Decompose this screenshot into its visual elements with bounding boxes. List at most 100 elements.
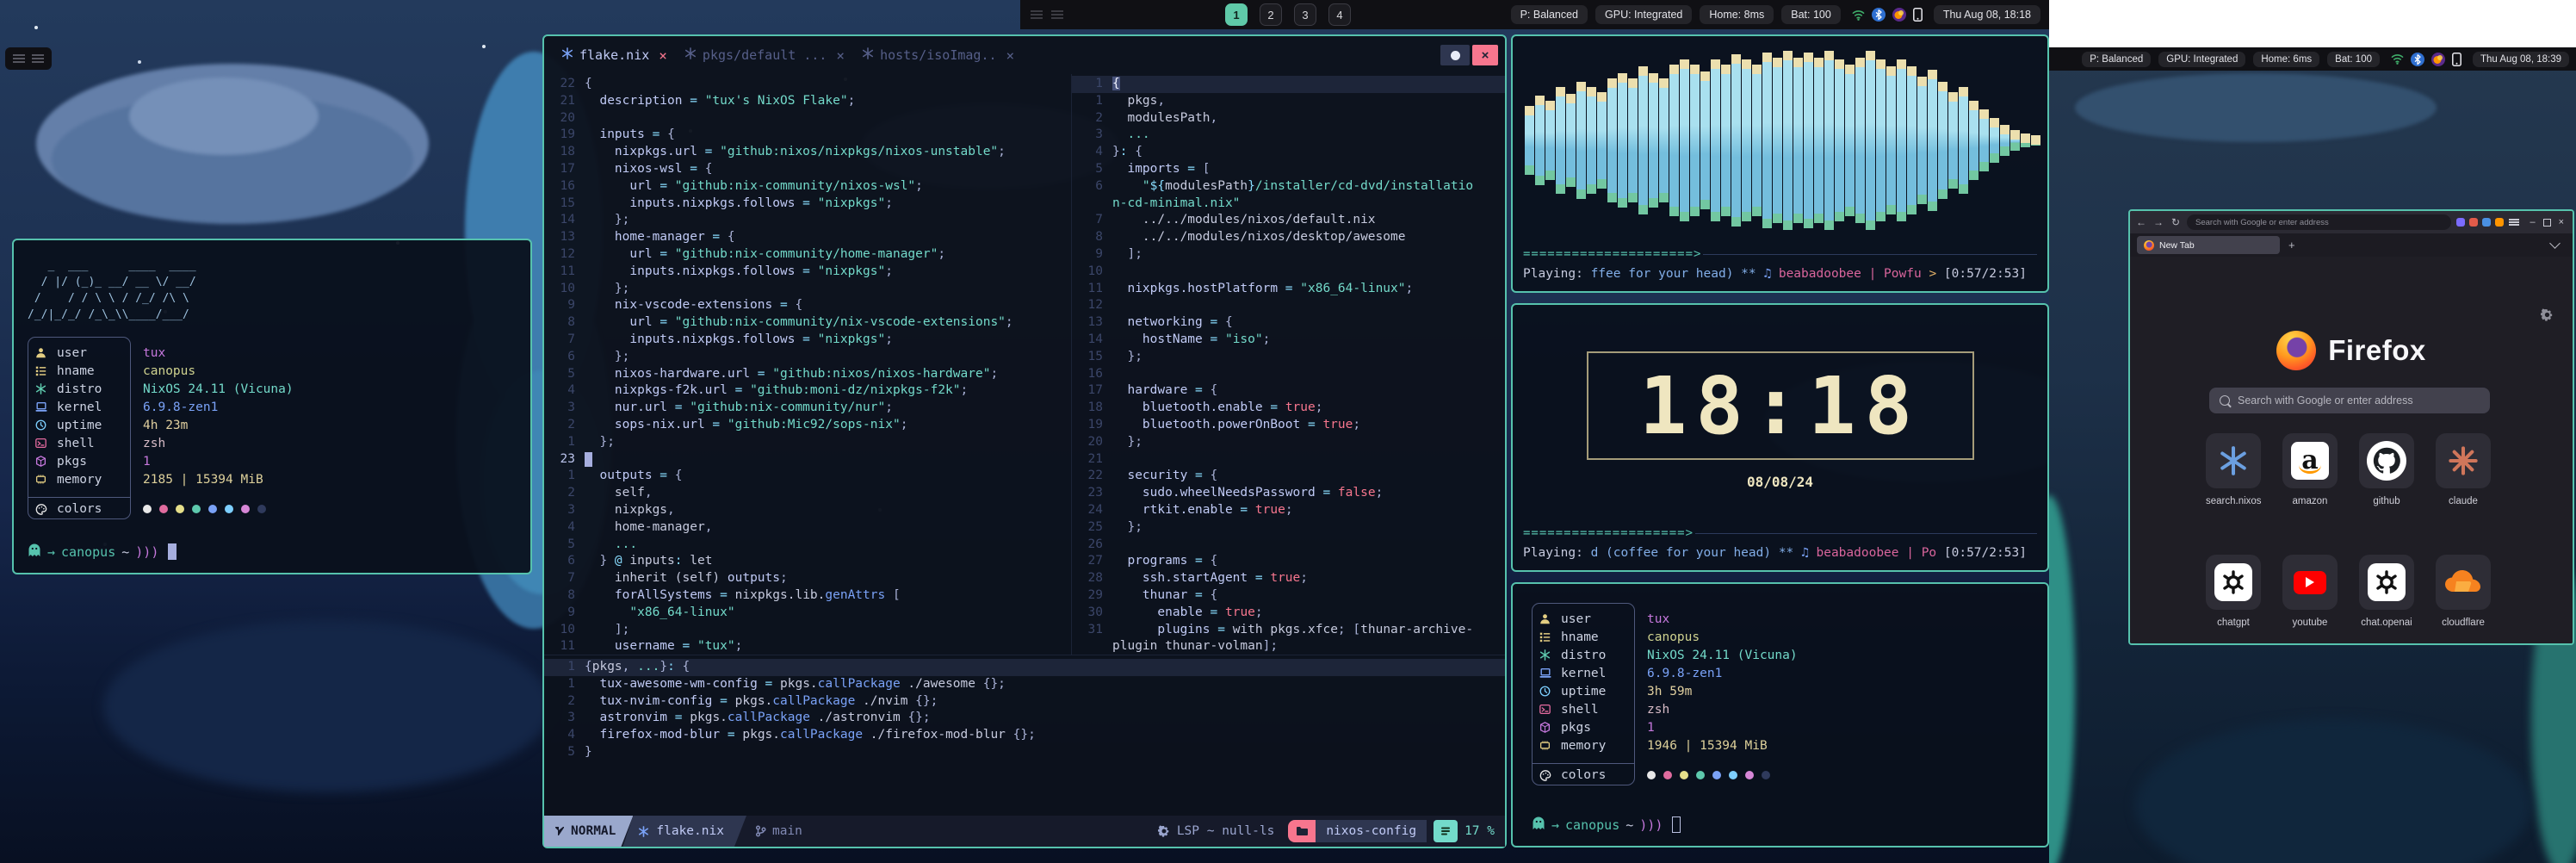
shortcut-amazon[interactable]: aamazon [2282,433,2338,506]
shortcut-chatgpt[interactable]: chatgpt [2206,555,2261,628]
extension-icon[interactable] [2456,218,2465,227]
lines-icon [1440,826,1451,836]
workspace-button-1[interactable]: 1 [1225,3,1248,26]
workspace-button-3[interactable]: 3 [1294,3,1316,26]
visualizer-bar [2010,130,2020,151]
visualizer-panel: =====================> Playing: ffee for… [1511,34,2049,293]
buffer-pick-button[interactable] [1440,45,1470,65]
firefox-navbar: ← → ↻ Search with Google or enter addres… [2130,211,2573,233]
network-icon[interactable] [1852,9,1865,21]
shortcut-chat.openai[interactable]: chat.openai [2359,555,2414,628]
fetch-row-kernel: kernel6.9.8-zen1 [28,398,517,416]
code-line: 10 }; [544,281,1071,298]
bufferline: flake.nix×pkgs/default ...×hosts/isoImag… [544,36,1505,74]
phone-icon[interactable] [1913,8,1923,22]
extension-icon[interactable] [2469,218,2478,227]
visualizer-bar [1587,87,1596,194]
progress-chip [1434,820,1458,842]
reload-button[interactable]: ↻ [2170,216,2182,228]
editor-tab-pkgs-default-[interactable]: pkgs/default ...× [679,36,857,74]
search-input[interactable]: Search with Google or enter address [2209,388,2490,413]
minimize-button[interactable]: – [2530,217,2535,227]
visualizer-bar [1948,92,1958,189]
fetch-row-shell: shellzsh [28,434,517,452]
git-branch: main [755,824,802,838]
visualizer-bar [1680,59,1689,221]
visualizer-bar [1938,82,1947,199]
bluetooth-icon[interactable] [1872,8,1886,22]
shortcut-search.nixos[interactable]: search.nixos [2206,433,2261,506]
media-icon[interactable] [1892,8,1906,22]
url-bar[interactable]: Search with Google or enter address [2187,214,2451,230]
editor-tab-flake-nix[interactable]: flake.nix× [556,36,679,74]
code-line: 7 ../../modules/nixos/default.nix [1072,212,1505,229]
network-icon[interactable] [2391,53,2404,65]
workspace-button-4[interactable]: 4 [1328,3,1351,26]
tab-list-chevron-icon[interactable] [2549,238,2561,249]
visualizer-bar [2031,135,2040,146]
now-playing: Playing: ffee for your head) ** ♫ beabad… [1523,267,2037,281]
neovim-window[interactable]: flake.nix×pkgs/default ...×hosts/isoImag… [542,34,1507,848]
code-line: 23 [544,451,1071,469]
code-line: 29 thunar = { [1072,587,1505,605]
track-progress: =====================> [1523,247,2037,261]
editor-tab-hosts-isoImag-[interactable]: hosts/isoImag..× [857,36,1026,74]
code-line: 3 nur.url = "github:nix-community/nur"; [544,400,1071,417]
menu-icon[interactable] [1031,10,1043,19]
code-line: 18 nixpkgs.url = "github:nixos/nixpkgs/n… [544,144,1071,161]
tab-close-icon[interactable]: × [1006,47,1015,64]
back-button[interactable]: ← [2135,216,2147,228]
menu-icon[interactable] [13,54,25,63]
code-line: plugin thunar-volman]; [1072,638,1505,655]
visualizer-bar [1783,51,1793,230]
code-line: 6 }; [544,349,1071,366]
editor-pane-flake[interactable]: 22{21 description = "tux's NixOS Flake";… [544,74,1072,655]
shortcut-label: youtube [2282,618,2338,628]
personalize-gear-icon[interactable] [2541,308,2554,325]
code-line: 26 [1072,537,1505,554]
code-line: 5} [544,744,1505,761]
firefox-window[interactable]: ← → ↻ Search with Google or enter addres… [2128,209,2574,645]
fetch-info: usertuxhnamecanopusdistroNixOS 24.11 (Vi… [1532,603,2047,792]
shortcut-claude[interactable]: claude [2436,433,2491,506]
code-line: 7 inputs.nixpkgs.follows = "nixpkgs"; [544,332,1071,349]
visualizer-bar [1773,58,1782,223]
tab-new-tab[interactable]: New Tab [2137,236,2280,254]
close-button[interactable]: × [2559,217,2564,227]
code-line: 11 inputs.nixpkgs.follows = "nixpkgs"; [544,264,1071,281]
maximize-button[interactable] [2543,219,2551,227]
phone-icon[interactable] [2452,53,2461,66]
visualizer-bar [1700,71,1710,209]
shortcut-youtube[interactable]: youtube [2282,555,2338,628]
code-line: 9 nix-vscode-extensions = { [544,297,1071,314]
media-icon[interactable] [2431,53,2445,66]
extension-icon[interactable] [2495,218,2504,227]
shortcut-github[interactable]: github [2359,433,2414,506]
new-tab-button[interactable]: + [2288,239,2295,251]
layout-icon[interactable] [1051,10,1063,19]
editor-pane-packages[interactable]: 1{pkgs, ...}: {1 tux-awesome-wm-config =… [544,655,1505,816]
status-chip: Home: 8ms [1700,5,1774,24]
shortcut-label: claude [2436,496,2491,506]
prompt-chevrons: ))) [135,544,158,560]
menu-icon[interactable] [2509,219,2519,226]
code-line: 17 hardware = { [1072,382,1505,400]
forward-button[interactable]: → [2152,216,2164,228]
now-playing: Playing: d (coffee for your head) ** ♫ b… [1523,546,2037,560]
code-line: 12 url = "github:nix-community/home-mana… [544,246,1071,264]
shell-prompt: → canopus ~ ))) [1532,816,1681,834]
shortcut-cloudflare[interactable]: cloudflare [2436,555,2491,628]
extension-icon[interactable] [2482,218,2491,227]
editor-pane-iso[interactable]: 1{1 pkgs,2 modulesPath,3 ...4}: {5 impor… [1072,74,1505,655]
layout-icon[interactable] [32,54,44,63]
system-tray [1852,8,1923,22]
visualizer-bar [1845,65,1855,216]
buffer-close-button[interactable]: × [1472,45,1498,65]
nixos-ascii-art: _ ___ ____ ____ / |/ (_)_ __/ __ \/ __/ … [28,258,517,323]
tab-close-icon[interactable]: × [836,47,845,64]
shortcut-label: chat.openai [2359,618,2414,628]
workspace-button-2[interactable]: 2 [1260,3,1282,26]
bluetooth-icon[interactable] [2411,53,2424,66]
tab-close-icon[interactable]: × [659,47,667,64]
terminal-window[interactable]: _ ___ ____ ____ / |/ (_)_ __/ __ \/ __/ … [12,239,532,574]
